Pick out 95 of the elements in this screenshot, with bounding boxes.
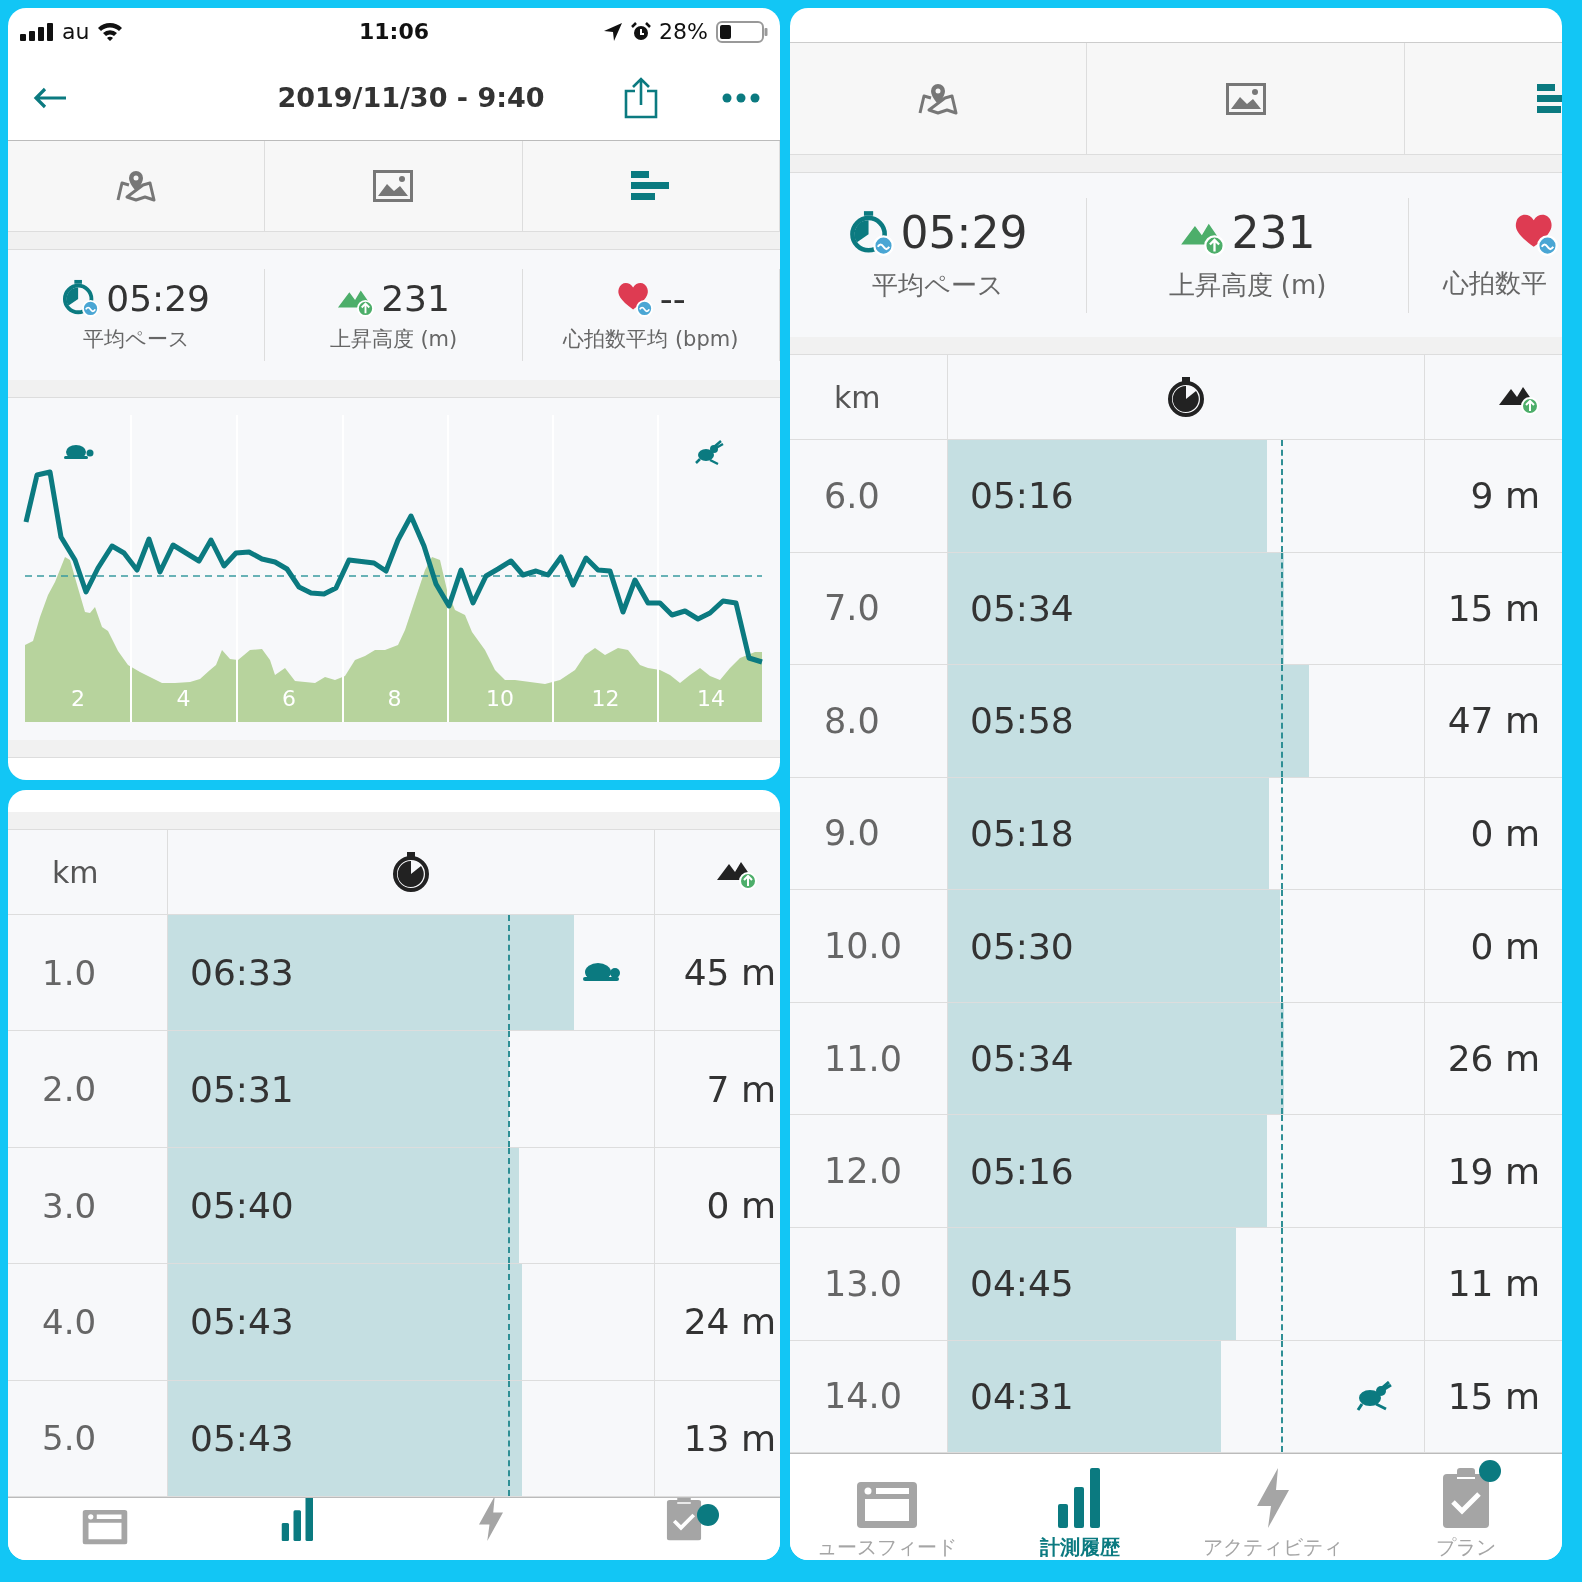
stat-label: 心拍数平均 (bpm) [563, 325, 739, 353]
turtle-icon [64, 445, 94, 459]
image-icon [373, 170, 414, 202]
column-heading: km [52, 854, 99, 890]
stat-value: 231 [381, 277, 450, 319]
pace-cell-text: 04:31 [969, 1375, 1074, 1417]
stat-value: 231 [1231, 207, 1316, 258]
axis-label: 6 [282, 686, 296, 711]
km-cell: 14.0 [824, 1376, 902, 1417]
stopwatch-icon [391, 851, 431, 893]
axis-label: 2 [71, 686, 85, 711]
axis-label: 4 [176, 686, 191, 711]
rabbit-icon [694, 439, 725, 466]
pace-cell-text: 05:31 [189, 1068, 294, 1110]
ascent-cell: 24 m [683, 1301, 776, 1343]
pace-cell-text: 06:33 [189, 952, 294, 994]
ascent-cell: 13 m [683, 1417, 776, 1459]
axis-label: 8 [387, 686, 402, 711]
pace-cell-text: 05:43 [189, 1417, 294, 1459]
stat-value: 05:29 [106, 277, 211, 319]
km-cell: 4.0 [42, 1301, 97, 1342]
stopwatch-icon [848, 209, 895, 256]
clock-time: 11:06 [359, 19, 429, 44]
km-cell: 9.0 [824, 813, 880, 854]
km-cell: 11.0 [824, 1038, 902, 1079]
pace-cell-text: 05:40 [189, 1185, 294, 1226]
ascent-cell: 47 m [1447, 700, 1540, 742]
ascent-cell: 15 m [1447, 1375, 1540, 1417]
history-tab[interactable]: 計測履歴 [983, 1454, 1176, 1560]
signal-icon [20, 22, 54, 41]
map-icon [917, 81, 959, 116]
stat-label: 上昇高度 (m) [329, 325, 458, 353]
ascent-cell: 45 m [683, 952, 776, 994]
km-cell: 1.0 [42, 952, 97, 993]
pace-cell-text: 05:18 [969, 812, 1074, 854]
bar-chart-icon [281, 1498, 314, 1541]
lightning-icon [1255, 1468, 1290, 1528]
wifi-icon [97, 22, 124, 41]
km-cell: 3.0 [42, 1185, 97, 1226]
rabbit-icon [1356, 1381, 1392, 1412]
bar-chart-icon [1057, 1468, 1102, 1528]
column-heading: km [834, 379, 881, 415]
map-icon [115, 169, 158, 203]
km-cell: 12.0 [824, 1151, 902, 1192]
ascent-cell: 9 m [1470, 475, 1540, 517]
turtle-icon [582, 961, 622, 984]
stat-value: -- [659, 277, 686, 319]
axis-label: 10 [486, 686, 514, 711]
km-cell: 13.0 [824, 1263, 902, 1304]
km-cell: 6.0 [824, 475, 880, 516]
pace-cell-text: 05:34 [969, 1038, 1074, 1080]
ascent-cell: 0 m [1470, 925, 1540, 967]
stat-label: 平均ペース [872, 269, 1004, 302]
pace-cell-text: 05:16 [969, 1150, 1074, 1192]
pace-cell-text: 05:34 [969, 587, 1074, 629]
ascent-cell: 15 m [1447, 587, 1540, 629]
stat-label: 心拍数平 [1443, 266, 1547, 300]
axis-label: 14 [697, 686, 725, 711]
ascent-cell: 19 m [1447, 1150, 1540, 1192]
stat-value: 05:29 [900, 207, 1028, 258]
stat-label: 平均ペース [82, 325, 190, 353]
battery-icon [716, 20, 768, 43]
axis-label: 12 [591, 686, 620, 711]
pace-cell-text: 05:16 [969, 475, 1074, 517]
window-icon [856, 1482, 917, 1528]
ascent-cell: 7 m [706, 1068, 776, 1110]
image-icon [1225, 82, 1266, 115]
pace-cell-text: 05:30 [969, 925, 1074, 967]
km-cell: 5.0 [42, 1418, 97, 1459]
feed-tab[interactable]: ュースフィード [790, 1454, 983, 1560]
stopwatch-icon [62, 279, 101, 317]
stat-label: 上昇高度 (m) [1168, 269, 1327, 302]
alarm-icon [631, 21, 652, 42]
pace-cell-text: 05:58 [969, 700, 1074, 742]
ascent-cell: 26 m [1447, 1038, 1540, 1080]
km-cell: 8.0 [824, 700, 880, 741]
ascent-cell: 0 m [706, 1185, 776, 1226]
window-icon [82, 1510, 127, 1545]
pace-cell-text: 04:45 [969, 1263, 1074, 1305]
pace-cell-text: 05:43 [189, 1301, 294, 1343]
ascent-cell: 11 m [1447, 1263, 1540, 1305]
km-cell: 7.0 [824, 588, 880, 629]
battery-percent: 28% [659, 19, 708, 44]
location-icon [603, 21, 624, 42]
km-cell: 10.0 [824, 926, 902, 967]
lightning-icon [477, 1498, 504, 1541]
activity-tab[interactable]: アクティビティ [1176, 1454, 1369, 1560]
activity-title: 2019/11/30 - 9:40 [276, 82, 546, 113]
clipboard-icon [1442, 1466, 1489, 1528]
carrier-name: au [62, 19, 90, 44]
km-cell: 2.0 [42, 1069, 97, 1110]
bar-chart-icon [630, 171, 671, 201]
stopwatch-icon [1166, 376, 1206, 418]
ascent-cell: 0 m [1470, 812, 1540, 854]
plan-tab[interactable]: プラン [1369, 1454, 1562, 1560]
